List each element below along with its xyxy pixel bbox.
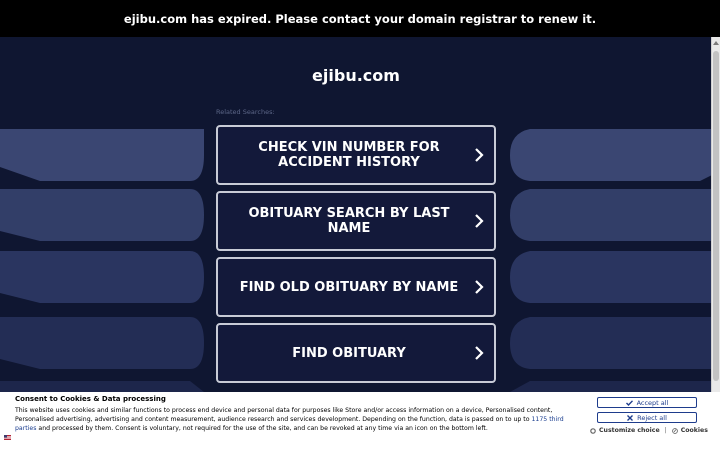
accept-all-label: Accept all bbox=[636, 398, 669, 407]
gear-icon bbox=[590, 427, 596, 434]
cookies-link[interactable]: Cookies bbox=[671, 427, 708, 434]
search-link-label: CHECK VIN NUMBER FOR ACCIDENT HISTORY bbox=[258, 140, 440, 170]
customize-choice-label: Customize choice bbox=[599, 427, 660, 434]
page-scrollbar[interactable] bbox=[711, 37, 720, 392]
related-searches-label: Related Searches: bbox=[216, 108, 275, 116]
expired-banner-text: ejibu.com has expired. Please contact yo… bbox=[123, 11, 597, 26]
reject-all-label: Reject all bbox=[637, 413, 667, 422]
chevron-right-icon bbox=[464, 346, 494, 360]
cookie-icon bbox=[671, 427, 678, 434]
consent-text-part: and processed by them. Consent is volunt… bbox=[36, 425, 488, 432]
us-flag-icon[interactable] bbox=[4, 435, 11, 440]
reject-all-button[interactable]: Reject all bbox=[597, 412, 697, 423]
search-link-find-obituary[interactable]: FIND OBITUARY bbox=[216, 323, 496, 383]
consent-secondary-links: Customize choice | Cookies bbox=[590, 427, 708, 434]
consent-title: Consent to Cookies & Data processing bbox=[15, 395, 166, 403]
search-link-old-obituary[interactable]: FIND OLD OBITUARY BY NAME bbox=[216, 257, 496, 317]
search-link-label: FIND OBITUARY bbox=[292, 345, 406, 361]
close-icon bbox=[627, 414, 634, 421]
chevron-right-icon bbox=[464, 214, 494, 228]
link-separator: | bbox=[664, 427, 667, 434]
search-link-label: OBITUARY SEARCH BY LAST NAME bbox=[248, 206, 450, 236]
check-icon bbox=[625, 399, 633, 406]
chevron-right-icon bbox=[464, 148, 494, 162]
search-link-label: FIND OLD OBITUARY BY NAME bbox=[239, 279, 459, 295]
search-link-obituary-last-name[interactable]: OBITUARY SEARCH BY LAST NAME bbox=[216, 191, 496, 251]
site-title: ejibu.com bbox=[312, 66, 400, 85]
accept-all-button[interactable]: Accept all bbox=[597, 397, 697, 408]
scroll-up-icon[interactable] bbox=[713, 41, 719, 45]
customize-choice-link[interactable]: Customize choice bbox=[590, 427, 660, 434]
search-link-check-vin[interactable]: CHECK VIN NUMBER FOR ACCIDENT HISTORY bbox=[216, 125, 496, 185]
consent-text: This website uses cookies and similar fu… bbox=[15, 406, 583, 433]
consent-text-part: This website uses cookies and similar fu… bbox=[15, 407, 553, 423]
scrollbar-thumb[interactable] bbox=[713, 51, 719, 381]
cookies-label: Cookies bbox=[680, 427, 708, 434]
expired-banner: ejibu.com has expired. Please contact yo… bbox=[0, 0, 720, 37]
chevron-right-icon bbox=[464, 280, 494, 294]
